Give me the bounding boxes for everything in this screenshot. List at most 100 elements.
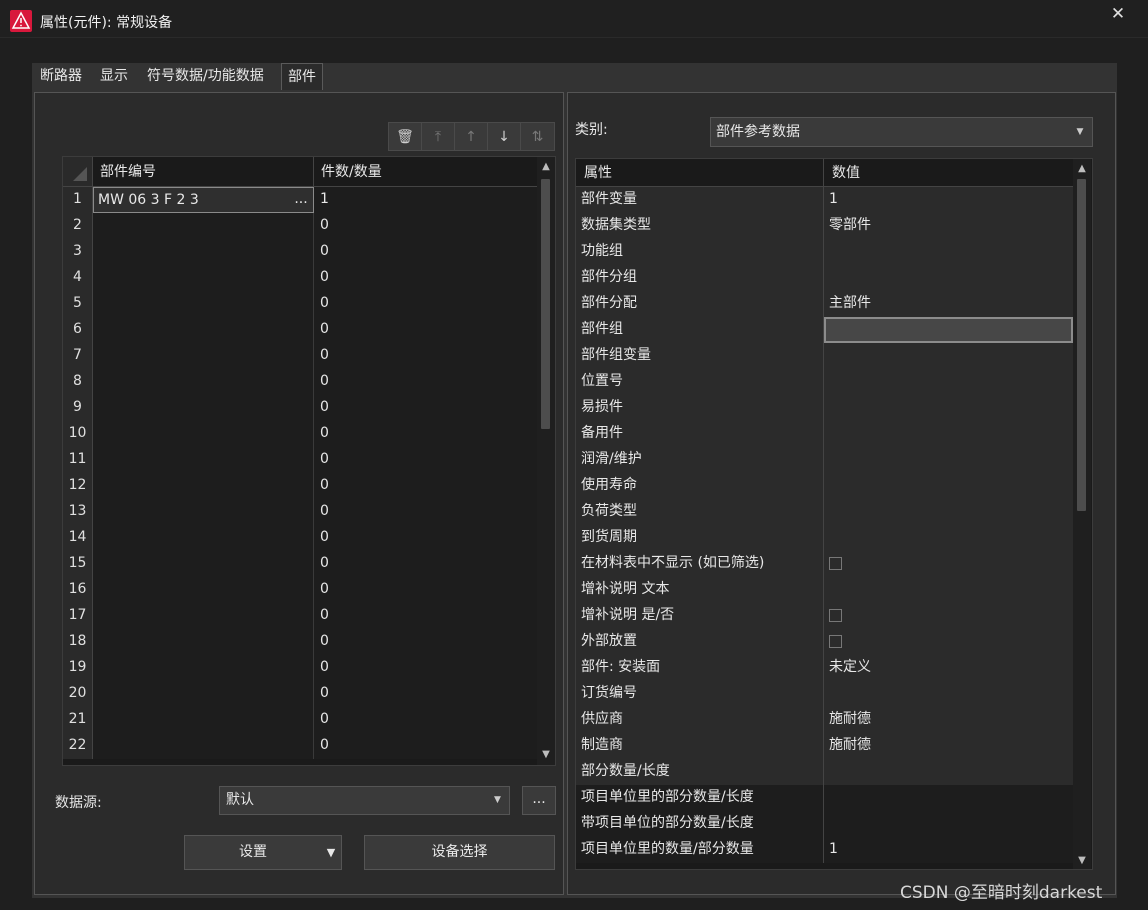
- property-row[interactable]: 部件分组: [576, 265, 1073, 291]
- property-row[interactable]: 功能组: [576, 239, 1073, 265]
- row-number[interactable]: 17: [63, 603, 93, 629]
- row-number[interactable]: 22: [63, 733, 93, 759]
- property-value[interactable]: [824, 551, 1073, 577]
- property-row[interactable]: 到货周期: [576, 525, 1073, 551]
- property-value[interactable]: [824, 759, 1073, 785]
- property-row[interactable]: 负荷类型: [576, 499, 1073, 525]
- row-number[interactable]: 7: [63, 343, 93, 369]
- quantity-cell[interactable]: 0: [314, 317, 537, 343]
- property-value[interactable]: 1: [824, 837, 1073, 863]
- quantity-cell[interactable]: 0: [314, 603, 537, 629]
- quantity-cell[interactable]: 0: [314, 239, 537, 265]
- property-row[interactable]: 使用寿命: [576, 473, 1073, 499]
- property-checkbox[interactable]: [829, 557, 842, 570]
- scroll-thumb[interactable]: [1077, 179, 1086, 511]
- tab-parts[interactable]: 部件: [281, 63, 323, 91]
- part-number-cell[interactable]: [93, 733, 314, 759]
- row-number[interactable]: 1: [63, 187, 93, 213]
- row-number[interactable]: 9: [63, 395, 93, 421]
- tab-display[interactable]: 显示: [94, 63, 134, 90]
- property-row[interactable]: 润滑/维护: [576, 447, 1073, 473]
- property-value[interactable]: [824, 603, 1073, 629]
- table-row[interactable]: 40: [63, 265, 537, 291]
- quantity-cell[interactable]: 0: [314, 499, 537, 525]
- device-select-button[interactable]: 设备选择: [364, 835, 555, 870]
- property-value[interactable]: [824, 317, 1073, 343]
- property-value[interactable]: [824, 629, 1073, 655]
- table-row[interactable]: 18 0: [63, 629, 537, 655]
- properties-scrollbar[interactable]: ▲ ▼: [1073, 159, 1091, 869]
- quantity-cell[interactable]: 0: [314, 525, 537, 551]
- property-value[interactable]: [824, 525, 1073, 551]
- tab-symbol-function-data[interactable]: 符号数据/功能数据: [141, 63, 270, 90]
- settings-button[interactable]: 设置 ▼: [184, 835, 342, 870]
- property-row[interactable]: 部分数量/长度: [576, 759, 1073, 785]
- table-row[interactable]: 17 0: [63, 603, 537, 629]
- table-row[interactable]: 12 0: [63, 473, 537, 499]
- table-row[interactable]: 70: [63, 343, 537, 369]
- property-value[interactable]: [824, 265, 1073, 291]
- part-number-cell[interactable]: [93, 473, 314, 499]
- property-row[interactable]: 增补说明 是/否: [576, 603, 1073, 629]
- table-row[interactable]: 16 0: [63, 577, 537, 603]
- quantity-cell[interactable]: 0: [314, 655, 537, 681]
- property-row[interactable]: 位置号: [576, 369, 1073, 395]
- column-header-property[interactable]: 属性: [576, 159, 824, 187]
- part-number-cell[interactable]: [93, 681, 314, 707]
- table-row[interactable]: 22 0: [63, 733, 537, 759]
- row-number[interactable]: 13: [63, 499, 93, 525]
- table-row[interactable]: 20 0: [63, 681, 537, 707]
- part-number-cell[interactable]: [93, 239, 314, 265]
- quantity-cell[interactable]: 0: [314, 629, 537, 655]
- scroll-up-icon[interactable]: ▲: [537, 159, 555, 175]
- property-row[interactable]: 订货编号: [576, 681, 1073, 707]
- quantity-cell[interactable]: 0: [314, 421, 537, 447]
- scroll-up-icon[interactable]: ▲: [1073, 161, 1091, 177]
- row-number[interactable]: 4: [63, 265, 93, 291]
- quantity-cell[interactable]: 0: [314, 265, 537, 291]
- scroll-down-icon[interactable]: ▼: [1073, 853, 1091, 869]
- chevron-down-icon[interactable]: ▼: [1068, 118, 1092, 146]
- part-number-cell[interactable]: [93, 369, 314, 395]
- property-value[interactable]: [824, 577, 1073, 603]
- table-row[interactable]: 10 0: [63, 421, 537, 447]
- select-all-corner[interactable]: [63, 157, 93, 187]
- table-row[interactable]: 1 MW 06 3 F 2 3... 1: [63, 187, 537, 213]
- quantity-cell[interactable]: 0: [314, 395, 537, 421]
- move-up-icon[interactable]: ↑: [455, 123, 488, 150]
- quantity-cell[interactable]: 0: [314, 213, 537, 239]
- table-row[interactable]: 15 0: [63, 551, 537, 577]
- tab-breaker[interactable]: 断路器: [34, 63, 88, 90]
- part-number-cell[interactable]: [93, 421, 314, 447]
- property-value[interactable]: [824, 369, 1073, 395]
- property-row[interactable]: 部件组: [576, 317, 1073, 343]
- row-number[interactable]: 19: [63, 655, 93, 681]
- table-row[interactable]: 20: [63, 213, 537, 239]
- part-browse-button[interactable]: ...: [289, 188, 313, 212]
- property-row[interactable]: 易损件: [576, 395, 1073, 421]
- quantity-cell[interactable]: 1: [314, 187, 537, 213]
- part-number-cell[interactable]: [93, 213, 314, 239]
- close-button[interactable]: ✕: [1100, 0, 1136, 30]
- property-row[interactable]: 项目单位里的数量/部分数量 1: [576, 837, 1073, 863]
- property-value[interactable]: 施耐德: [824, 733, 1073, 759]
- part-number-cell[interactable]: [93, 655, 314, 681]
- table-row[interactable]: 90: [63, 395, 537, 421]
- quantity-cell[interactable]: 0: [314, 369, 537, 395]
- row-number[interactable]: 5: [63, 291, 93, 317]
- part-number-cell[interactable]: [93, 291, 314, 317]
- property-value[interactable]: [824, 681, 1073, 707]
- row-number[interactable]: 2: [63, 213, 93, 239]
- property-row[interactable]: 供应商 施耐德: [576, 707, 1073, 733]
- property-value[interactable]: [824, 343, 1073, 369]
- property-value[interactable]: [824, 499, 1073, 525]
- property-row[interactable]: 部件变量 1: [576, 187, 1073, 213]
- part-number-cell[interactable]: [93, 499, 314, 525]
- sort-icon[interactable]: ⇅: [521, 123, 554, 150]
- row-number[interactable]: 12: [63, 473, 93, 499]
- row-number[interactable]: 8: [63, 369, 93, 395]
- scroll-down-icon[interactable]: ▼: [537, 747, 555, 763]
- property-value[interactable]: 1: [824, 187, 1073, 213]
- quantity-cell[interactable]: 0: [314, 707, 537, 733]
- row-number[interactable]: 18: [63, 629, 93, 655]
